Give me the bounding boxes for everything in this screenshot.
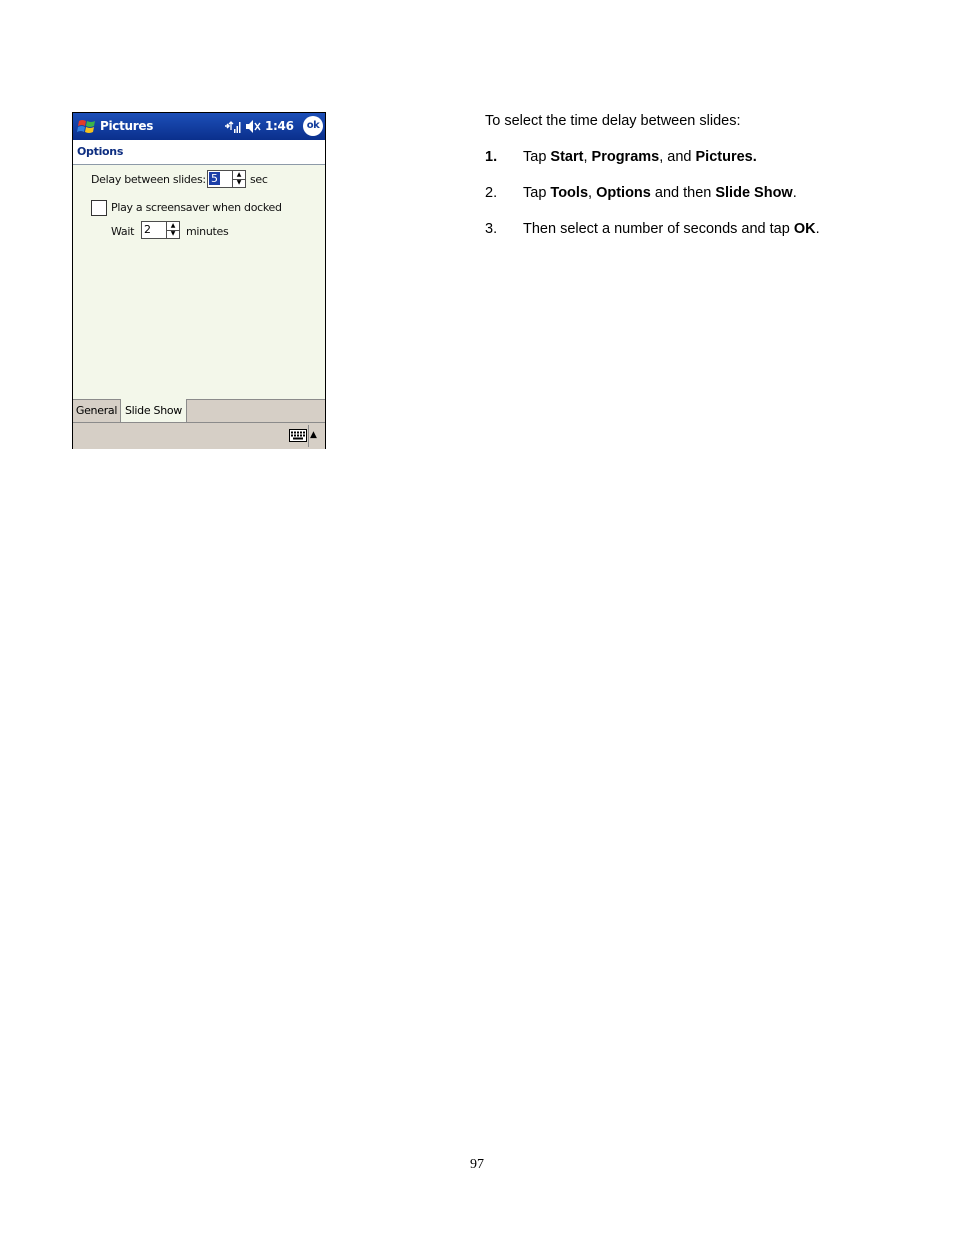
step-text-part: , and: [659, 149, 696, 165]
step-text-part: ,: [583, 149, 592, 165]
ok-button[interactable]: ok: [303, 116, 323, 136]
arrow-up-icon[interactable]: ▲: [310, 430, 317, 440]
step-text-bold: Start: [550, 149, 584, 165]
step-text-part: and then: [650, 185, 716, 201]
wait-unit: minutes: [186, 225, 229, 238]
step-text-part: Tap: [523, 185, 551, 201]
step-text-bold: Pictures.: [695, 149, 757, 165]
volume-icon[interactable]: [244, 118, 263, 135]
screensaver-label[interactable]: Play a screensaver when docked: [111, 201, 282, 214]
step-text-bold: Tools: [550, 185, 589, 201]
title-bar: Pictures 1:46 ok: [73, 113, 325, 140]
delay-unit: sec: [250, 173, 268, 186]
step-text-bold: Programs: [591, 149, 660, 165]
step-text-bold: OK: [793, 221, 816, 237]
wait-stepper[interactable]: 2 ▲ ▼: [141, 221, 180, 239]
wait-label: Wait: [111, 225, 135, 238]
step-text-part: ,: [588, 185, 597, 201]
options-header: Options: [73, 140, 325, 165]
step-text: Then select a number of seconds and tap …: [523, 221, 820, 237]
windows-start-flag-icon[interactable]: [76, 117, 98, 137]
clock[interactable]: 1:46: [265, 119, 294, 133]
delay-label: Delay between slides:: [91, 173, 206, 186]
tab-general[interactable]: General: [73, 400, 121, 422]
step-number: 1.: [485, 149, 498, 165]
step-number: 3.: [485, 221, 498, 237]
spin-down-icon[interactable]: ▼: [167, 230, 179, 238]
menu-divider: [308, 425, 309, 447]
tab-slide-show[interactable]: Slide Show: [121, 399, 187, 423]
app-title: Pictures: [100, 119, 154, 133]
wait-stepper-buttons[interactable]: ▲ ▼: [166, 222, 179, 238]
delay-stepper-buttons[interactable]: ▲ ▼: [232, 171, 245, 187]
delay-stepper[interactable]: 5 ▲ ▼: [207, 170, 246, 188]
page-title: Options: [77, 145, 124, 158]
step-text-bold: Options: [596, 185, 651, 201]
screensaver-checkbox[interactable]: [91, 200, 107, 216]
wait-value[interactable]: 2: [144, 223, 151, 236]
pda-screenshot: Pictures 1:46 ok Options Delay between s…: [72, 112, 326, 449]
step-text: Tap Start, Programs, and Pictures.: [523, 149, 757, 165]
step-text-part: .: [792, 185, 797, 201]
intro-text: To select the time delay between slides:: [485, 113, 741, 129]
step-text-part: Tap: [523, 149, 551, 165]
tab-bar: General Slide Show: [73, 399, 325, 423]
delay-value[interactable]: 5: [209, 172, 220, 185]
connectivity-icon[interactable]: [223, 118, 241, 135]
slide-show-settings: Delay between slides: 5 ▲ ▼ sec Play a s…: [73, 165, 325, 399]
menu-bar: ▲: [73, 422, 325, 449]
page-number: 97: [470, 1157, 484, 1172]
step-number: 2.: [485, 185, 498, 201]
keyboard-icon[interactable]: [289, 429, 307, 442]
step-text-part: Then select a number of seconds and tap: [523, 221, 794, 237]
step-text-part: .: [815, 221, 820, 237]
step-text: Tap Tools, Options and then Slide Show.: [523, 185, 797, 201]
spin-down-icon[interactable]: ▼: [233, 179, 245, 187]
step-text-bold: Slide Show: [715, 185, 793, 201]
